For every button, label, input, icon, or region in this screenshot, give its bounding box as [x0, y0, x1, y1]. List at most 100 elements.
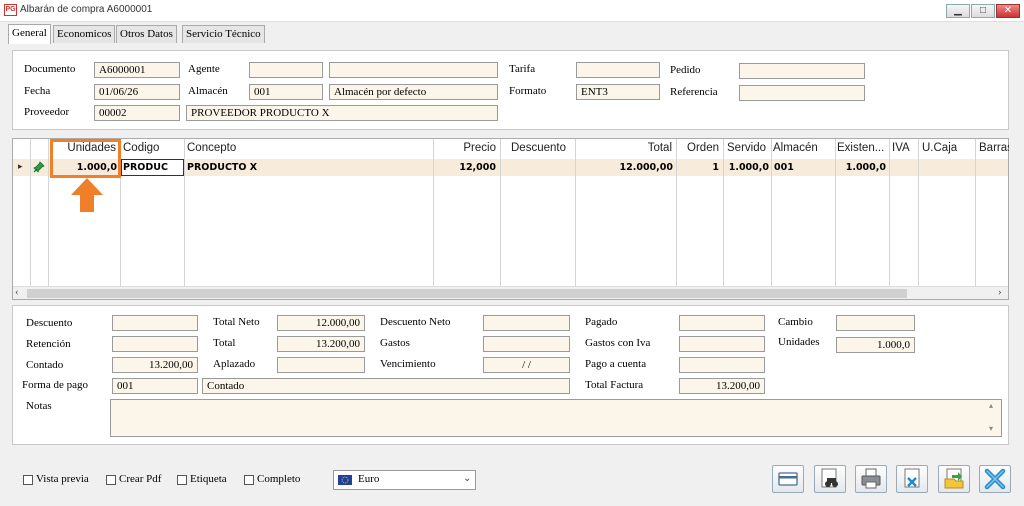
- total-factura-field[interactable]: 13.200,00: [679, 378, 765, 394]
- scroll-left-icon[interactable]: ‹: [15, 286, 19, 298]
- vista-previa-checkbox[interactable]: [23, 475, 33, 485]
- etiqueta-label[interactable]: Etiqueta: [190, 473, 227, 485]
- pedido-field[interactable]: [739, 63, 865, 79]
- cell-codigo[interactable]: PRODUC: [123, 160, 183, 176]
- gastos-iva-field[interactable]: [679, 336, 765, 352]
- retencion-field[interactable]: [112, 336, 198, 352]
- cell-iva[interactable]: [891, 160, 917, 176]
- tab-otros-datos[interactable]: Otros Datos: [116, 25, 177, 43]
- cell-precio[interactable]: 12,000: [434, 160, 496, 176]
- chevron-down-icon[interactable]: ⌄: [463, 473, 471, 484]
- cell-orden[interactable]: 1: [677, 160, 719, 176]
- col-header-precio[interactable]: Precio: [434, 139, 496, 159]
- export-button[interactable]: [938, 465, 970, 493]
- proveedor-name-field[interactable]: PROVEEDOR PRODUCTO X: [186, 105, 498, 121]
- descuento-field[interactable]: [112, 315, 198, 331]
- pin-icon: [33, 161, 45, 173]
- print-button[interactable]: [855, 465, 887, 493]
- completo-checkbox[interactable]: [244, 475, 254, 485]
- col-header-descuento[interactable]: Descuento: [511, 139, 575, 159]
- vencimiento-field[interactable]: / /: [483, 357, 570, 373]
- minimize-button[interactable]: ▁: [946, 4, 970, 18]
- forma-pago-code-field[interactable]: 001: [112, 378, 198, 394]
- currency-select[interactable]: [333, 470, 476, 490]
- maximize-button[interactable]: □: [971, 4, 995, 18]
- col-header-codigo[interactable]: Codigo: [123, 139, 183, 159]
- unidades-field[interactable]: 1.000,0: [836, 337, 915, 353]
- fecha-label: Fecha: [24, 85, 51, 97]
- scroll-down-icon[interactable]: ▾: [989, 424, 993, 433]
- documento-label: Documento: [24, 63, 76, 75]
- cell-existencias[interactable]: 1.000,0: [836, 160, 886, 176]
- agente-label: Agente: [188, 63, 220, 75]
- col-header-iva[interactable]: IVA: [892, 139, 918, 159]
- scroll-right-icon[interactable]: ›: [998, 286, 1002, 298]
- col-header-concepto[interactable]: Concepto: [187, 139, 427, 159]
- formato-field[interactable]: ENT3: [576, 84, 660, 100]
- scroll-up-icon[interactable]: ▴: [989, 401, 993, 410]
- cell-barras[interactable]: [977, 160, 1007, 176]
- vista-previa-label[interactable]: Vista previa: [36, 473, 89, 485]
- horizontal-scrollbar[interactable]: ‹ ›: [13, 286, 1008, 299]
- crear-pdf-label[interactable]: Crear Pdf: [119, 473, 161, 485]
- close-button[interactable]: ✕: [996, 4, 1020, 18]
- close-form-button[interactable]: [979, 465, 1011, 493]
- tarifa-field[interactable]: [576, 62, 660, 78]
- cambio-field[interactable]: [836, 315, 915, 331]
- total-neto-field[interactable]: 12.000,00: [277, 315, 365, 331]
- pago-cuenta-label: Pago a cuenta: [585, 358, 647, 370]
- cell-concepto[interactable]: PRODUCTO X: [187, 160, 427, 176]
- col-header-servido[interactable]: Servido: [727, 139, 771, 159]
- lines-grid[interactable]: Unidades Codigo Concepto Precio Descuent…: [12, 138, 1009, 300]
- grid-divider: [771, 139, 772, 286]
- payment-card-button[interactable]: [772, 465, 804, 493]
- col-header-ucaja[interactable]: U.Caja: [922, 139, 974, 159]
- col-header-existencias[interactable]: Existen...: [837, 139, 889, 159]
- notas-textarea[interactable]: [110, 399, 1002, 437]
- binoculars-icon: [821, 468, 838, 488]
- tab-economicos[interactable]: Economicos: [53, 25, 116, 43]
- pagado-field[interactable]: [679, 315, 765, 331]
- fecha-field[interactable]: 01/06/26: [94, 84, 180, 100]
- pago-cuenta-field[interactable]: [679, 357, 765, 373]
- crear-pdf-checkbox[interactable]: [106, 475, 116, 485]
- cell-descuento[interactable]: [503, 160, 573, 176]
- agente-name-field[interactable]: [329, 62, 498, 78]
- grid-divider: [30, 139, 31, 286]
- col-header-orden[interactable]: Orden: [677, 139, 719, 159]
- total-field[interactable]: 13.200,00: [277, 336, 365, 352]
- tab-servicio-tecnico[interactable]: Servicio Técnico: [182, 25, 265, 43]
- descuento-neto-field[interactable]: [483, 315, 570, 331]
- proveedor-code-field[interactable]: 00002: [94, 105, 180, 121]
- contado-field[interactable]: 13.200,00: [112, 357, 198, 373]
- referencia-field[interactable]: [739, 85, 865, 101]
- descuento-label: Descuento: [26, 317, 73, 329]
- cell-almacen[interactable]: 001: [774, 160, 834, 176]
- aplazado-field[interactable]: [277, 357, 365, 373]
- cell-servido[interactable]: 1.000,0: [724, 160, 769, 176]
- gastos-field[interactable]: [483, 336, 570, 352]
- col-header-total[interactable]: Total: [576, 139, 672, 159]
- scrollbar-thumb[interactable]: [27, 289, 907, 298]
- forma-pago-label: Forma de pago: [22, 379, 88, 391]
- cell-total[interactable]: 12.000,00: [576, 160, 674, 176]
- cambio-label: Cambio: [778, 316, 813, 328]
- search-document-button[interactable]: [814, 465, 846, 493]
- col-header-almacen[interactable]: Almacén: [773, 139, 835, 159]
- col-header-barras[interactable]: Barras: [979, 139, 1009, 159]
- documento-field[interactable]: A6000001: [94, 62, 180, 78]
- agente-code-field[interactable]: [249, 62, 323, 78]
- total-label: Total: [213, 337, 236, 349]
- cell-ucaja[interactable]: [920, 160, 974, 176]
- etiqueta-checkbox[interactable]: [177, 475, 187, 485]
- tab-general[interactable]: General: [8, 24, 51, 44]
- almacen-name-field[interactable]: Almacén por defecto: [329, 84, 498, 100]
- delete-document-button[interactable]: [896, 465, 928, 493]
- gastos-iva-label: Gastos con Iva: [585, 337, 651, 349]
- forma-pago-name-field[interactable]: Contado: [202, 378, 570, 394]
- referencia-label: Referencia: [670, 86, 718, 98]
- completo-label[interactable]: Completo: [257, 473, 300, 485]
- document-delete-icon: [904, 468, 920, 488]
- almacen-code-field[interactable]: 001: [249, 84, 323, 100]
- app-icon: PG: [4, 4, 17, 16]
